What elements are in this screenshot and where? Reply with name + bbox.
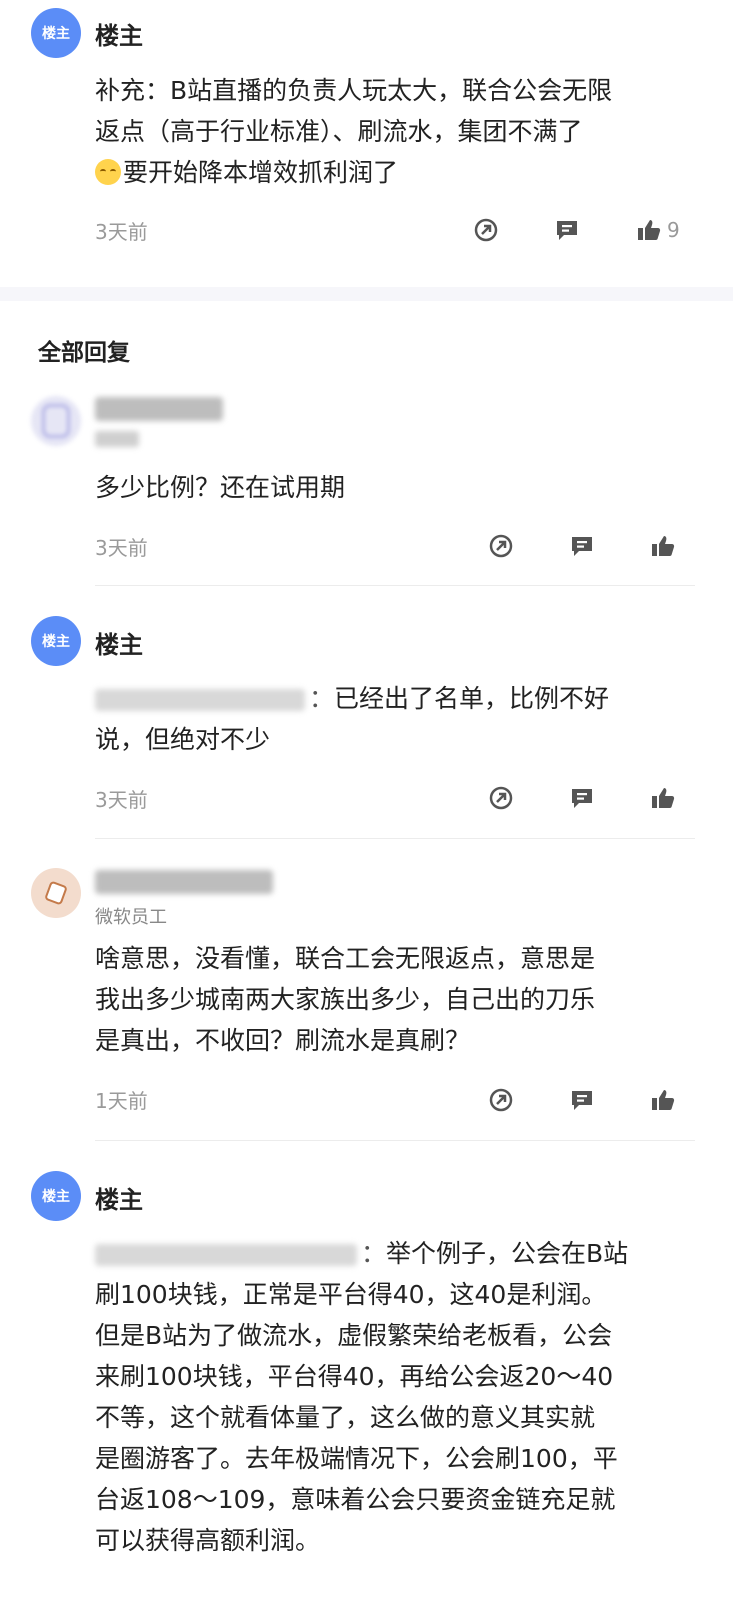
comment-icon[interactable] xyxy=(553,216,581,244)
section-separator xyxy=(0,287,733,301)
reply-colon: ： xyxy=(361,1239,387,1268)
divider xyxy=(95,585,695,586)
blurred-reply-target[interactable] xyxy=(95,1244,357,1266)
main-post-line: 补充：B站直播的负责人玩太大，联合公会无限 xyxy=(95,76,613,105)
reply-text: ：举个例子，公会在B站 刷100块钱，正常是平台得40，这40是利润。 但是B站… xyxy=(95,1233,695,1561)
blurred-reply-target[interactable] xyxy=(95,689,305,711)
like-icon[interactable] xyxy=(649,1086,677,1114)
reply-line: 啥意思，没看懂，联合工会无限返点，意思是 xyxy=(95,944,596,973)
like-icon[interactable] xyxy=(649,784,677,812)
op-avatar-label: 楼主 xyxy=(42,26,70,42)
op-avatar-label: 楼主 xyxy=(42,634,70,650)
main-post-time: 3天前 xyxy=(95,220,148,244)
share-icon[interactable] xyxy=(472,216,500,244)
divider xyxy=(95,838,695,839)
like-count: 9 xyxy=(667,218,680,242)
comment-icon[interactable] xyxy=(568,784,596,812)
op-avatar[interactable]: 楼主 xyxy=(31,8,81,58)
reply-text: 多少比例？还在试用期 xyxy=(95,467,695,508)
reply-line: 刷100块钱，正常是平台得40，这40是利润。 xyxy=(95,1280,607,1309)
comment-icon[interactable] xyxy=(568,532,596,560)
reply-line: 来刷100块钱，平台得40，再给公会返20～40 xyxy=(95,1362,614,1391)
reply-colon: ： xyxy=(309,684,335,713)
reply-time: 1天前 xyxy=(95,1089,148,1113)
op-avatar[interactable]: 楼主 xyxy=(31,1171,81,1221)
share-icon[interactable] xyxy=(487,532,515,560)
share-icon[interactable] xyxy=(487,1086,515,1114)
main-post-line: 要开始降本增效抓利润了 xyxy=(123,158,399,187)
comment-icon[interactable] xyxy=(568,1086,596,1114)
reply-line: 已经出了名单，比例不好 xyxy=(334,684,610,713)
main-post-author[interactable]: 楼主 xyxy=(95,16,143,51)
blurred-username[interactable] xyxy=(95,870,273,894)
like-icon[interactable] xyxy=(649,532,677,560)
avatar[interactable] xyxy=(31,868,81,918)
reply-line: 举个例子，公会在B站 xyxy=(386,1239,629,1268)
divider xyxy=(95,1140,695,1141)
reply-line: 说，但绝对不少 xyxy=(95,725,271,754)
avatar[interactable] xyxy=(31,396,81,446)
reply-text: 啥意思，没看懂，联合工会无限返点，意思是 我出多少城南两大家族出多少，自己出的刀… xyxy=(95,938,695,1061)
sticker-icon xyxy=(45,881,67,905)
main-post-text: 补充：B站直播的负责人玩太大，联合公会无限 返点（高于行业标准）、刷流水，集团不… xyxy=(95,70,695,193)
reply-text: ：已经出了名单，比例不好 说，但绝对不少 xyxy=(95,678,695,760)
share-icon[interactable] xyxy=(487,784,515,812)
reply-line: 可以获得高额利润。 xyxy=(95,1526,321,1555)
reply-line: 但是B站为了做流水，虚假繁荣给老板看，公会 xyxy=(95,1321,613,1350)
all-replies-title: 全部回复 xyxy=(38,340,130,366)
op-avatar-label: 楼主 xyxy=(42,1189,70,1205)
user-subtitle: 微软员工 xyxy=(95,907,167,928)
blurred-subtitle xyxy=(95,431,139,447)
grin-emoji-icon xyxy=(95,159,121,185)
reply-author[interactable]: 楼主 xyxy=(95,625,143,660)
reply-line: 不等，这个就看体量了，这么做的意义其实就 xyxy=(95,1403,596,1432)
like-icon[interactable] xyxy=(635,216,663,244)
reply-line: 是圈游客了。去年极端情况下，公会刷100，平 xyxy=(95,1444,618,1473)
reply-author[interactable]: 楼主 xyxy=(95,1180,143,1215)
reply-line: 我出多少城南两大家族出多少，自己出的刀乐 xyxy=(95,985,596,1014)
reply-time: 3天前 xyxy=(95,536,148,560)
reply-time: 3天前 xyxy=(95,788,148,812)
reply-line: 多少比例？还在试用期 xyxy=(95,473,346,502)
reply-line: 台返108～109，意味着公会只要资金链充足就 xyxy=(95,1485,616,1514)
op-avatar[interactable]: 楼主 xyxy=(31,616,81,666)
main-post-line: 返点（高于行业标准）、刷流水，集团不满了 xyxy=(95,117,583,146)
reply-line: 是真出，不收回？刷流水是真刷？ xyxy=(95,1026,471,1055)
blurred-username[interactable] xyxy=(95,397,223,421)
